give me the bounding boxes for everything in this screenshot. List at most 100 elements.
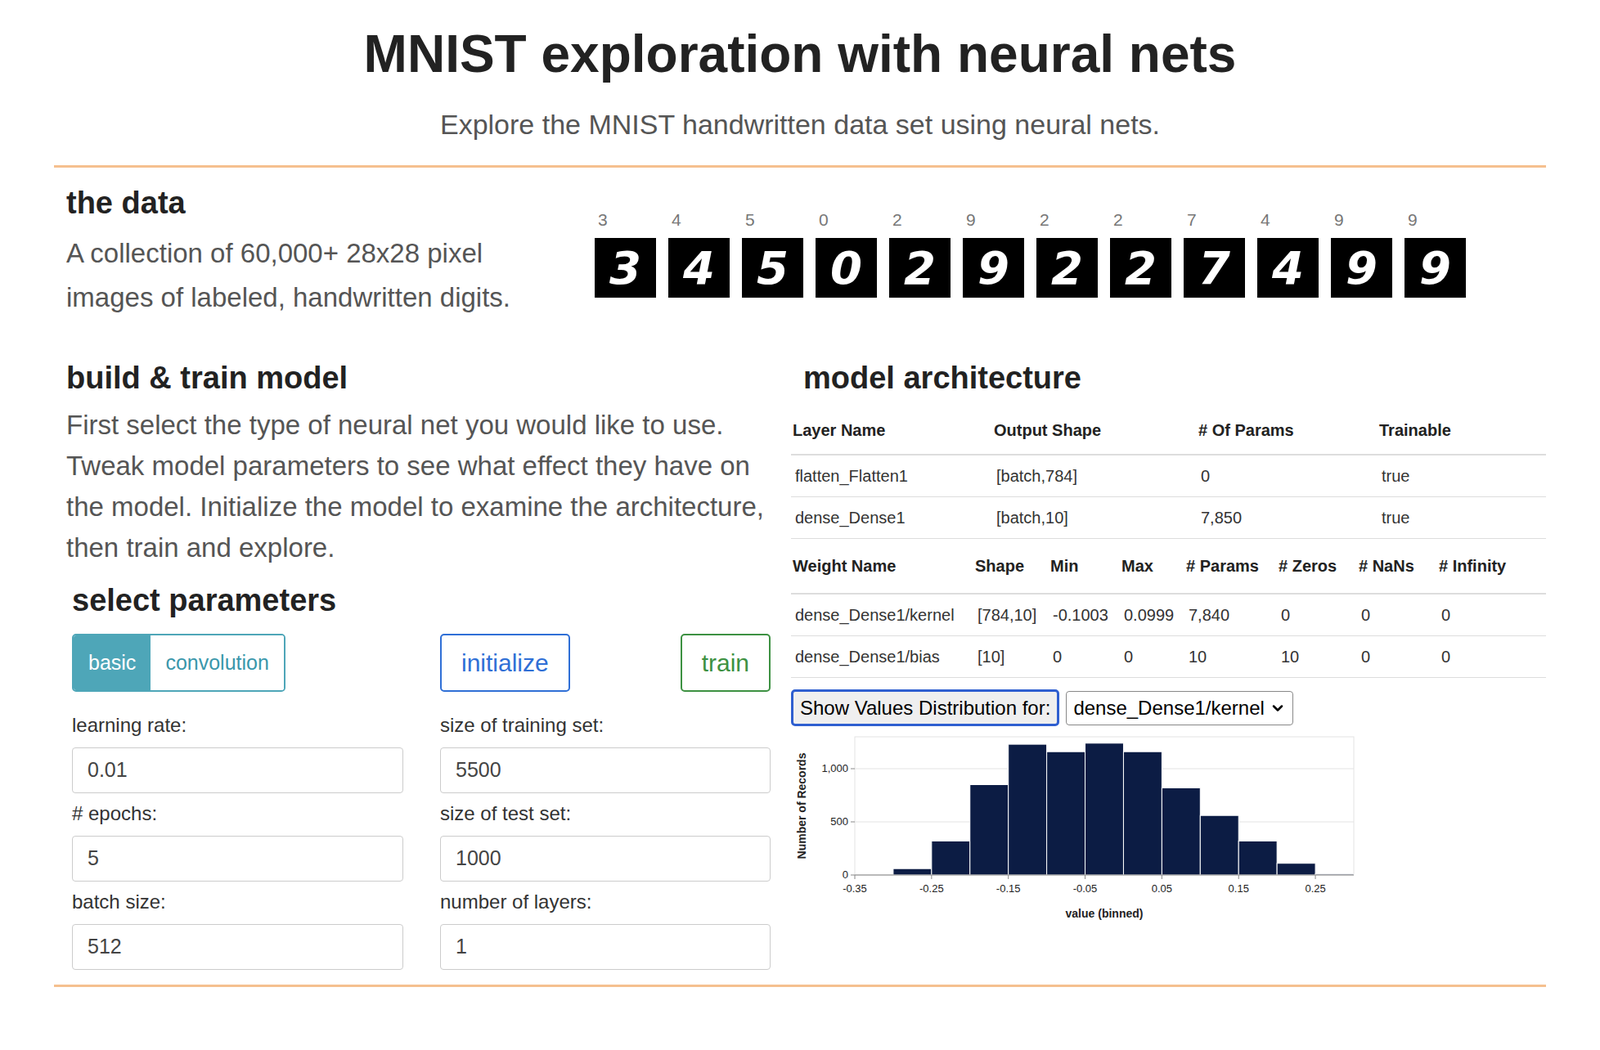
show-distribution-button[interactable]: Show Values Distribution for: (791, 689, 1060, 727)
histogram-bar (931, 840, 971, 876)
page: MNIST exploration with neural netsExplor… (0, 0, 1600, 1050)
x-tick: 0.05 (1151, 875, 1173, 895)
sample-label: 7 (1183, 208, 1245, 232)
table-cell: 0 (1357, 636, 1438, 679)
table-cell: dense_Dense1/kernel (791, 593, 974, 637)
sample-label: 4 (1257, 208, 1319, 232)
table-cell: [784,10] (973, 593, 1049, 637)
architecture-column: model architectureLayer NameOutput Shape… (791, 359, 1547, 971)
weight-row: dense_Dense1/kernel[784,10]-0.10030.0999… (791, 593, 1547, 637)
digit-image: 0 (815, 238, 877, 298)
parameter-field: batch size: 512 (71, 889, 404, 971)
svg-text:500: 500 (830, 815, 849, 828)
parameter-field: learning rate: 0.01 (71, 713, 404, 794)
field-input[interactable]: 5500 (440, 747, 771, 794)
chevron-down-icon (1269, 700, 1286, 717)
column-header: # Params (1184, 539, 1277, 594)
column-header: # Zeros (1276, 539, 1358, 594)
sample-label: 2 (1036, 208, 1098, 232)
page-header: MNIST exploration with neural netsExplor… (0, 0, 1600, 141)
histogram-chart: 1,0005000-0.35-0.25-0.15-0.050.050.150.2… (791, 732, 1364, 923)
parameter-fields: learning rate: 0.01 # epochs: 5 batch size: 5… (71, 713, 778, 971)
field-label: # epochs: (71, 801, 404, 827)
data-section: the dataA collection of 60,000+ 28x28 pi… (53, 167, 1547, 320)
table-cell: dense_Dense1 (791, 497, 993, 540)
table-cell: 0 (1119, 636, 1185, 679)
digit-image: 9 (962, 238, 1025, 298)
weights-header: Weight NameShapeMinMax# Params# Zeros# N… (791, 539, 1547, 594)
model-type-option[interactable]: convolution (150, 635, 284, 691)
field-label: batch size: (71, 889, 404, 915)
table-cell: 10 (1276, 636, 1358, 679)
histogram-bar (1238, 840, 1277, 876)
field-label: learning rate: (71, 713, 404, 738)
sample-label: 9 (1330, 208, 1393, 232)
histogram-bar (1008, 744, 1048, 876)
digit-image: 9 (1330, 238, 1393, 298)
sample: 22 (889, 208, 951, 320)
digit-image: 5 (741, 238, 804, 298)
controls-row: basicconvolution initialize train (71, 633, 778, 693)
histogram-bar (893, 868, 932, 876)
field-input[interactable]: 1000 (440, 835, 771, 882)
histogram-bar (1085, 743, 1124, 876)
field-label: size of training set: (440, 713, 771, 738)
data-heading: the data (66, 184, 595, 222)
model-section: build & train modelFirst select the type… (53, 359, 1547, 971)
table-cell: true (1377, 454, 1547, 498)
digit-image: 2 (1110, 238, 1172, 298)
sample: 22 (1110, 208, 1172, 320)
weight-select[interactable]: dense_Dense1/kernel (1065, 691, 1294, 726)
model-type-option[interactable]: basic (73, 635, 151, 691)
histogram-bar (970, 785, 1009, 877)
sample-label: 0 (815, 208, 877, 232)
digit-image: 7 (1183, 238, 1245, 298)
histogram-bar (1276, 863, 1316, 876)
x-tick: -0.15 (996, 875, 1021, 895)
layer-row: dense_Dense1[batch,10]7,850true (791, 497, 1547, 540)
histogram-bar (1123, 751, 1162, 876)
parameter-field: size of test set: 1000 (440, 801, 771, 882)
field-input[interactable]: 0.01 (71, 747, 404, 794)
weight-row: dense_Dense1/bias[10]00101000 (791, 636, 1547, 679)
sample: 00 (815, 208, 877, 320)
column-header: # NaNs (1357, 539, 1438, 594)
svg-text:0.15: 0.15 (1228, 882, 1250, 895)
svg-text:1,000: 1,000 (821, 762, 849, 775)
layer-row: flatten_Flatten1[batch,784]0true (791, 454, 1547, 498)
column-header: Weight Name (791, 539, 974, 594)
digit-image: 4 (668, 238, 730, 298)
svg-text:-0.15: -0.15 (996, 882, 1021, 895)
page-title: MNIST exploration with neural nets (364, 24, 1237, 84)
parameter-field: size of training set: 5500 (440, 713, 771, 794)
digit-image: 9 (1404, 238, 1466, 298)
column-header: # Of Params (1196, 406, 1378, 455)
sample: 99 (962, 208, 1025, 320)
table-cell: 7,850 (1196, 497, 1378, 540)
table-cell: 0 (1196, 454, 1378, 498)
build-description: First select the type of neural net you … (66, 404, 778, 569)
field-label: size of test set: (440, 801, 771, 827)
field-input[interactable]: 512 (71, 924, 404, 971)
parameters-heading: select parameters (71, 581, 778, 620)
column-header: Min (1048, 539, 1120, 594)
field-input[interactable]: 5 (71, 835, 404, 882)
x-tick: -0.25 (919, 875, 944, 895)
sample: 99 (1404, 208, 1466, 320)
sample-label: 3 (594, 208, 657, 232)
action-button[interactable]: train (680, 633, 771, 693)
sample: 55 (741, 208, 804, 320)
sample: 33 (594, 208, 657, 320)
sample: 44 (1257, 208, 1319, 320)
action-button[interactable]: initialize (440, 633, 571, 693)
sample: 77 (1183, 208, 1245, 320)
column-header: Output Shape (992, 406, 1197, 455)
digit-image: 3 (594, 238, 657, 298)
table-cell: 0 (1357, 593, 1438, 637)
column-header: Trainable (1377, 406, 1547, 455)
sample-label: 4 (668, 208, 730, 232)
sample: 44 (668, 208, 730, 320)
field-input[interactable]: 1 (440, 924, 771, 971)
svg-text:-0.35: -0.35 (842, 882, 868, 895)
table-cell: 0 (1276, 593, 1358, 637)
